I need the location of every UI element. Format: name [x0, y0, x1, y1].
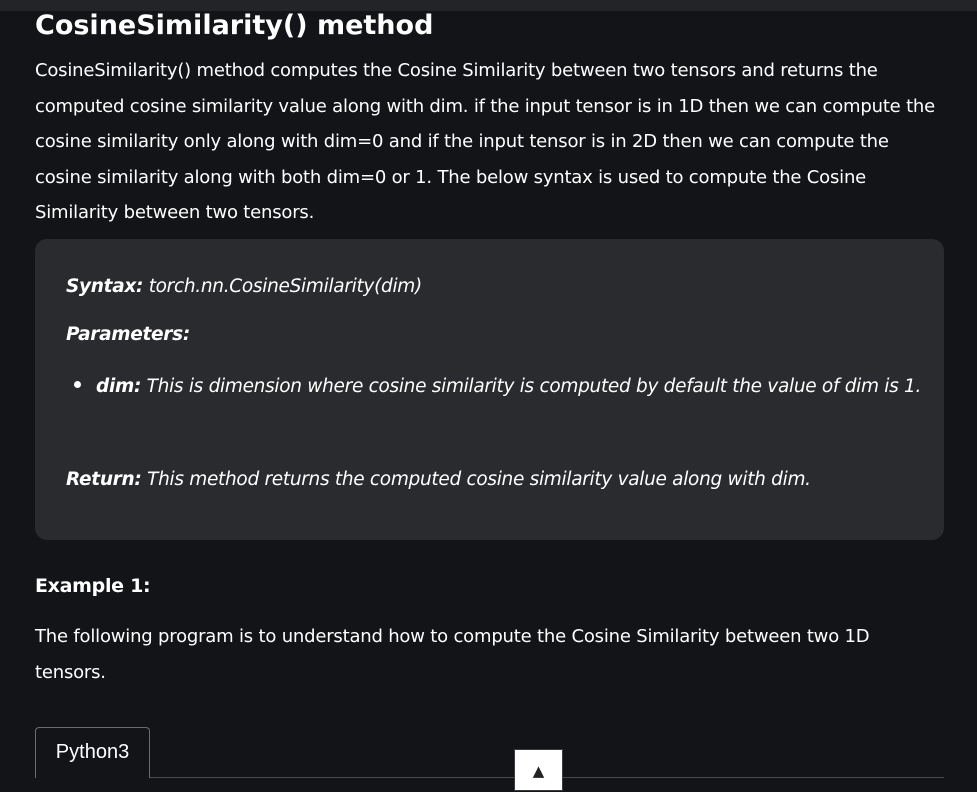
code-tabs: Python3 ▲: [35, 727, 944, 791]
example-heading: Example 1:: [35, 575, 151, 597]
syntax-label: Syntax:: [66, 276, 144, 297]
parameter-name: dim:: [96, 376, 142, 397]
parameter-item: dim: This is dimension where cosine simi…: [96, 370, 931, 403]
article-content: CosineSimilarity() method CosineSimilari…: [35, 10, 945, 791]
syntax-box: Syntax: torch.nn.CosineSimilarity(dim) P…: [35, 239, 944, 540]
syntax-line: Syntax: torch.nn.CosineSimilarity(dim): [66, 275, 422, 299]
bullet-dot: [74, 381, 81, 388]
article-title: CosineSimilarity() method: [35, 10, 434, 41]
parameter-description: This is dimension where cosine similarit…: [141, 376, 922, 397]
return-value: This method returns the computed cosine …: [141, 469, 811, 490]
return-line: Return: This method returns the computed…: [66, 468, 811, 492]
parameters-label: Parameters:: [66, 324, 190, 345]
parameters-heading: Parameters:: [66, 323, 190, 347]
tab-python3[interactable]: Python3: [35, 727, 150, 778]
arrow-up-icon: ▲: [532, 762, 545, 780]
example-paragraph: The following program is to understand h…: [35, 626, 870, 683]
return-label: Return:: [66, 469, 142, 490]
intro-paragraph: CosineSimilarity() method computes the C…: [35, 60, 936, 223]
scroll-to-top-button[interactable]: ▲: [514, 749, 563, 791]
syntax-value: torch.nn.CosineSimilarity(dim): [143, 276, 423, 297]
